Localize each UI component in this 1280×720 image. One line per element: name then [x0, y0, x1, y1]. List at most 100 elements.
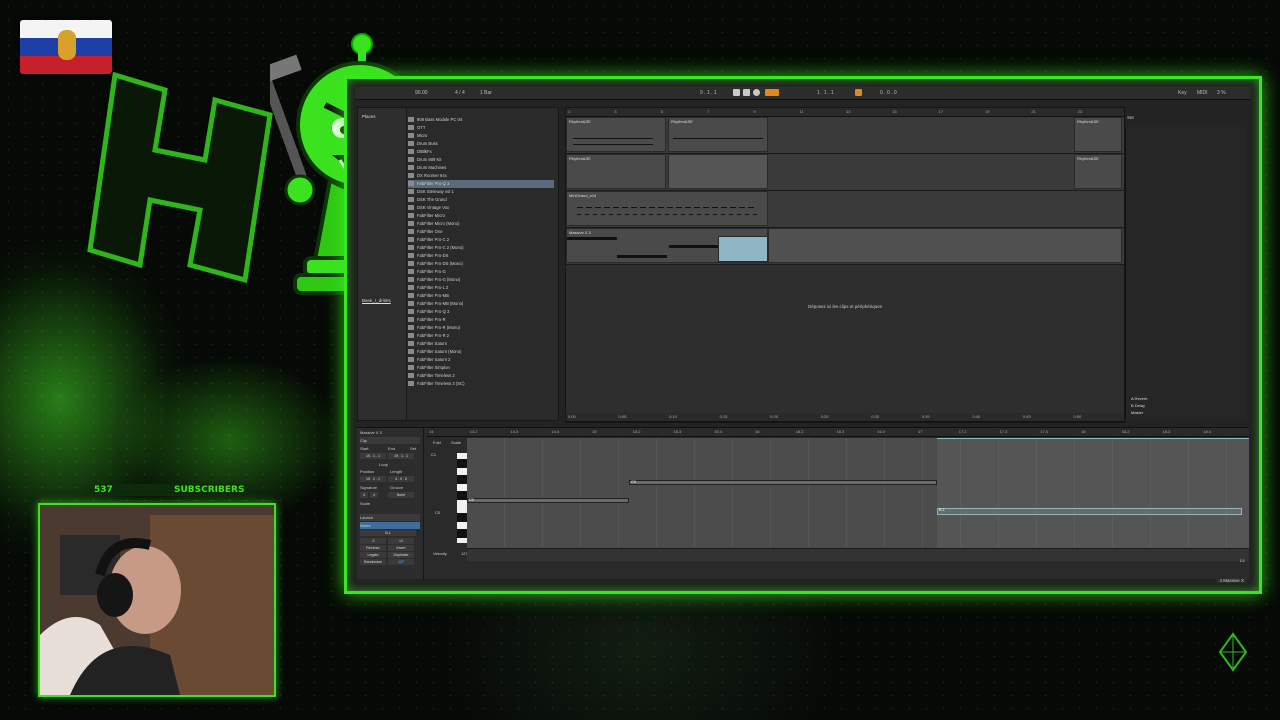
- browser-item[interactable]: FabFilter Pro-L 2: [408, 284, 554, 292]
- plugin-icon: [408, 381, 414, 387]
- sidebar-item-places[interactable]: Places: [362, 114, 376, 119]
- sidebar-item-folder[interactable]: Base_r_drinks: [362, 298, 391, 303]
- position-field[interactable]: 15 . 1 . 1: [360, 476, 386, 482]
- arr-clip[interactable]: Rhythm&SE: [1074, 154, 1122, 189]
- browser-item[interactable]: DtBlkFx: [408, 148, 554, 156]
- browser-item[interactable]: FabFilter One: [408, 228, 554, 236]
- plugin-icon: [408, 253, 414, 259]
- browser-item[interactable]: Micro: [408, 132, 554, 140]
- arr-clip-selected[interactable]: [718, 236, 768, 262]
- browser-item[interactable]: FabFilter Saturn: [408, 340, 554, 348]
- browser-item[interactable]: FabFilter Timeless 2: [408, 372, 554, 380]
- browser-item[interactable]: FabFilter Pro-C 2: [408, 236, 554, 244]
- midi-note[interactable]: C0: [629, 480, 937, 485]
- midi-note[interactable]: C0: [467, 498, 629, 503]
- browser-item[interactable]: FabFilter Pro-C 2 (Mono): [408, 244, 554, 252]
- note-grid[interactable]: C0 C0 B-1: [467, 438, 1249, 548]
- notes-section-header[interactable]: Notes: [360, 522, 420, 529]
- browser-item[interactable]: FabFilter Pro-Q 3: [408, 180, 554, 188]
- loop-button[interactable]: [855, 89, 862, 96]
- arr-track-1[interactable]: Rhythm&SE Rhythm&SE Rhythm&SE: [566, 117, 1124, 154]
- stop-button[interactable]: [743, 89, 750, 96]
- groove-select[interactable]: None: [388, 492, 414, 498]
- arr-track-3[interactable]: MiniGrand_x04: [566, 191, 1124, 228]
- double-button[interactable]: ×2: [388, 538, 414, 544]
- arr-clip[interactable]: Rhythm&SE: [566, 154, 666, 189]
- arrangement-ruler[interactable]: 1 3 5 7 9 11 13 15 17 19 21 23: [566, 108, 1124, 117]
- midi-map-button[interactable]: MIDI: [1197, 90, 1208, 96]
- browser-item[interactable]: FabFilter Simplon: [408, 364, 554, 372]
- browser-item[interactable]: DX Roomer 64x: [408, 172, 554, 180]
- browser-item[interactable]: FabFilter Timeless 3 (SC): [408, 380, 554, 388]
- browser-item[interactable]: DSK The Grand: [408, 196, 554, 204]
- reverse-button[interactable]: Reverse: [360, 545, 386, 551]
- legato-button[interactable]: Legato: [360, 552, 386, 558]
- signature-numerator[interactable]: 4: [360, 492, 368, 498]
- browser-item[interactable]: FabFilter Pro-DS: [408, 252, 554, 260]
- arr-track-2[interactable]: Rhythm&SE Rhythm&SE: [566, 154, 1124, 191]
- arr-clip[interactable]: [668, 154, 768, 189]
- browser-item[interactable]: Drum Machines: [408, 164, 554, 172]
- randomize-amount[interactable]: 127: [388, 559, 414, 565]
- browser-item[interactable]: Drum Buss: [408, 140, 554, 148]
- duplicate-button[interactable]: Duplicate: [388, 552, 414, 558]
- browser-item[interactable]: FabFilter Saturn 2: [408, 356, 554, 364]
- return-track-a[interactable]: A Reverb: [1125, 395, 1245, 402]
- overdub-button[interactable]: [765, 89, 779, 96]
- browser-item[interactable]: FabFilter Pro-MB (Mono): [408, 300, 554, 308]
- browser-item[interactable]: DSK Vintage Vox: [408, 204, 554, 212]
- plugin-icon: [408, 269, 414, 275]
- midi-ruler[interactable]: 14 14.2 14.3 14.4 15 15.2 15.3 15.4 16 16.2 16.3 16…: [427, 428, 1249, 437]
- browser-item[interactable]: FabFilter Pro-R: [408, 316, 554, 324]
- signature-denominator[interactable]: 4: [370, 492, 378, 498]
- end-field[interactable]: 19 . 1 . 1: [388, 453, 414, 459]
- start-field[interactable]: 15 . 1 . 1: [360, 453, 386, 459]
- browser-item[interactable]: OTT: [408, 124, 554, 132]
- arr-clip[interactable]: Rhythm&SE: [668, 117, 768, 152]
- plugin-icon: [408, 341, 414, 347]
- browser-item[interactable]: Drum 808 Kit: [408, 156, 554, 164]
- piano-roll-keys[interactable]: [457, 453, 467, 543]
- ruler-tick-label: 19: [985, 109, 990, 114]
- transport-bar: 90.00 4 / 4 1 Bar 9 . 1 . 1 1 . 1 . 1 0 …: [355, 87, 1251, 100]
- arr-clip[interactable]: Rhythm&SE: [1074, 117, 1122, 152]
- arr-clip[interactable]: [768, 228, 1122, 263]
- browser-item[interactable]: DSK Steinway vol 1: [408, 188, 554, 196]
- randomize-button[interactable]: Randomize: [360, 559, 386, 565]
- punch-field[interactable]: 0 . 0 . 0: [880, 90, 897, 96]
- arr-track-4[interactable]: Massive X 3: [566, 228, 1124, 265]
- browser-item[interactable]: FabFilter Pro-DS (Mono): [408, 260, 554, 268]
- browser-item[interactable]: FabFilter Pro-R (Mono): [408, 324, 554, 332]
- record-button[interactable]: [753, 89, 760, 96]
- scale-tab[interactable]: Scale: [451, 440, 461, 445]
- play-button[interactable]: [733, 89, 740, 96]
- browser-item[interactable]: FabFilter Saturn (Mono): [408, 348, 554, 356]
- loop-start-field[interactable]: 1 . 1 . 1: [817, 90, 834, 96]
- quantize-menu[interactable]: 1 Bar: [480, 90, 492, 96]
- arr-clip[interactable]: Rhythm&SE: [566, 117, 666, 152]
- invert-button[interactable]: Invert: [388, 545, 414, 551]
- browser-item[interactable]: FabFilter Pro-G (Mono): [408, 276, 554, 284]
- length-field[interactable]: 4 . 0 . 0: [388, 476, 414, 482]
- browser-item[interactable]: FabFilter Pro-R 2: [408, 332, 554, 340]
- arr-clip[interactable]: MiniGrand_x04: [566, 191, 768, 226]
- halve-button[interactable]: :2: [360, 538, 386, 544]
- browser-item[interactable]: 808 Bass Module PC 04: [408, 116, 554, 124]
- fold-button[interactable]: Fold: [433, 440, 441, 445]
- return-track-b[interactable]: B Delay: [1125, 402, 1245, 409]
- loop-toggle[interactable]: Loop: [379, 461, 420, 468]
- midi-note-selected[interactable]: B-1: [937, 508, 1242, 515]
- time-signature-field[interactable]: 4 / 4: [455, 90, 465, 96]
- tempo-field[interactable]: 90.00: [415, 90, 428, 96]
- velocity-lane[interactable]: [467, 548, 1249, 561]
- song-position-field[interactable]: 9 . 1 . 1: [700, 90, 717, 96]
- browser-item[interactable]: FabFilter Micro: [408, 212, 554, 220]
- master-track[interactable]: Master: [1125, 409, 1245, 416]
- launch-section-header[interactable]: Launch: [360, 514, 420, 521]
- browser-item[interactable]: FabFilter Pro-MB: [408, 292, 554, 300]
- browser-item[interactable]: FabFilter Micro (Mono): [408, 220, 554, 228]
- clip-section-header[interactable]: Clip: [360, 437, 420, 444]
- browser-item[interactable]: FabFilter Pro-Q 3: [408, 308, 554, 316]
- key-map-button[interactable]: Key: [1178, 90, 1187, 96]
- browser-item[interactable]: FabFilter Pro-G: [408, 268, 554, 276]
